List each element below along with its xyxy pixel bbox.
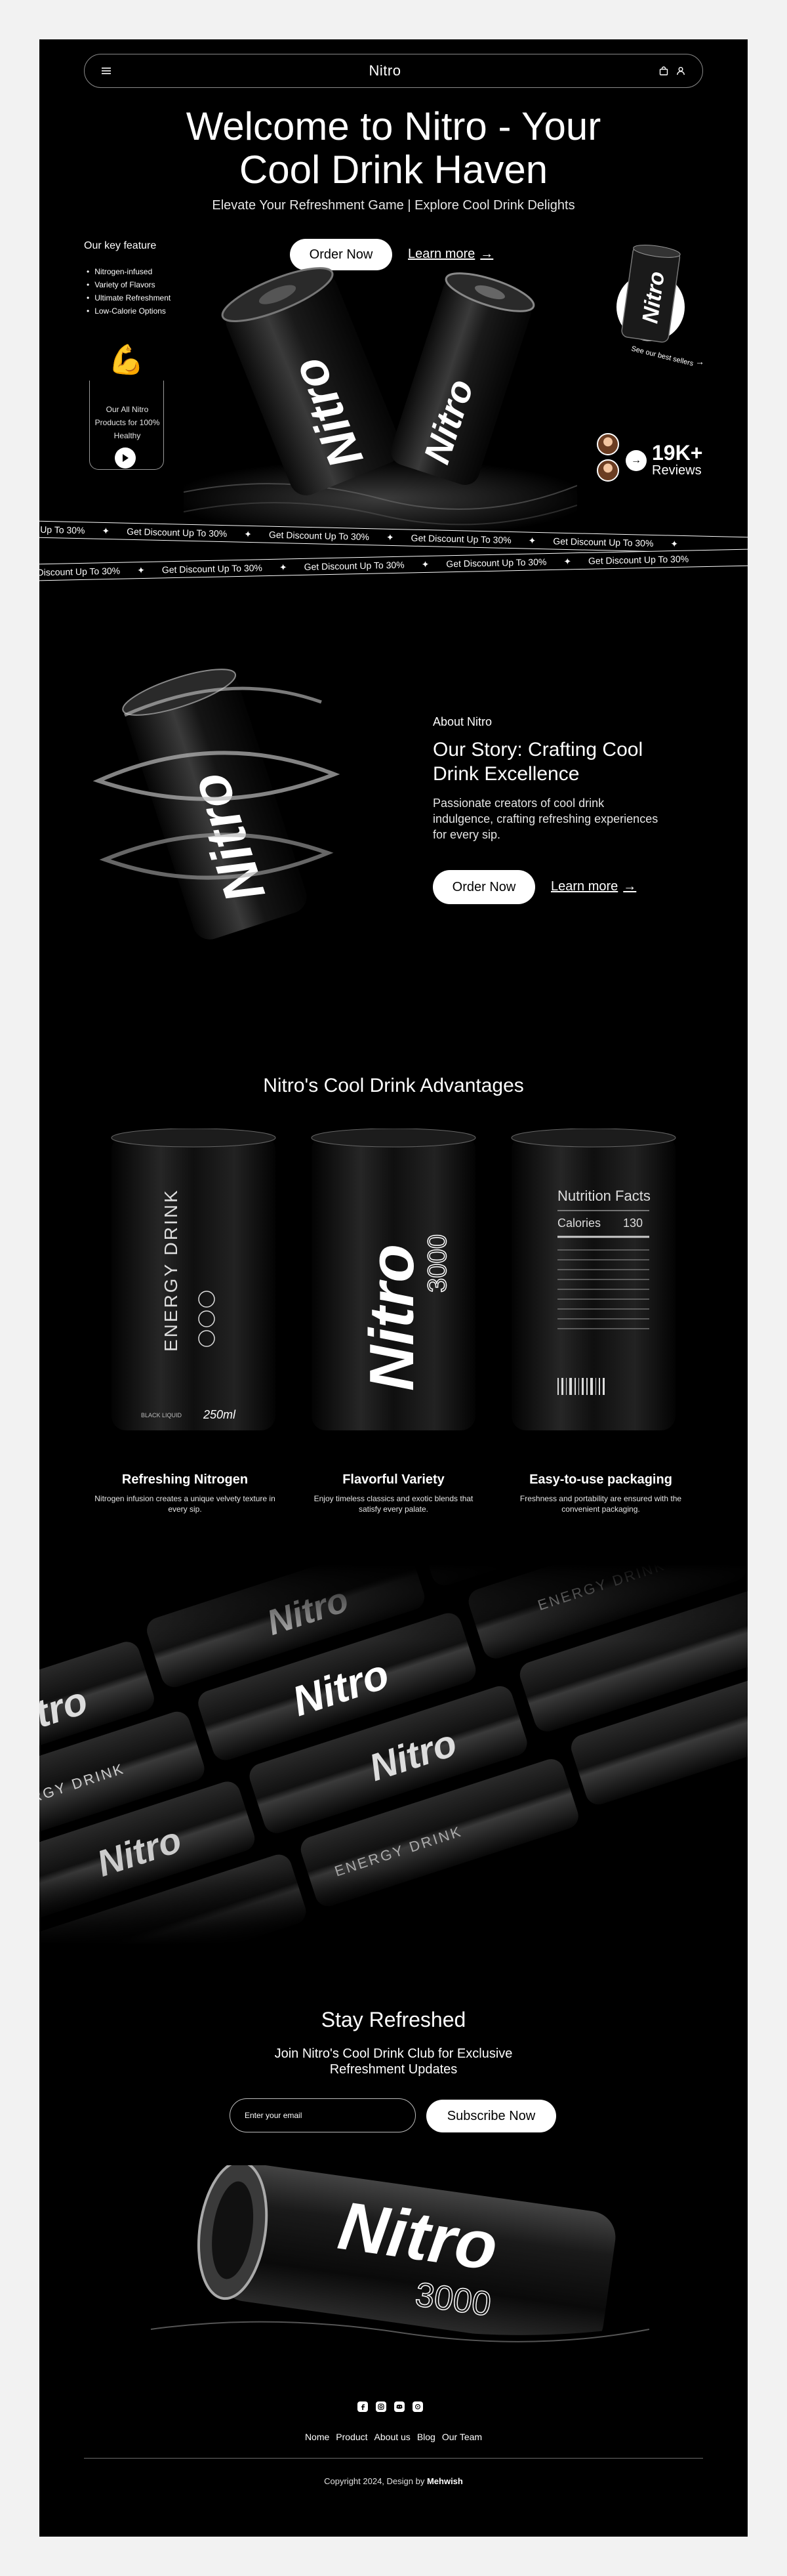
brand-logo[interactable]: Nitro xyxy=(369,62,401,79)
play-button[interactable] xyxy=(115,447,136,468)
about-title: Our Story: Crafting Cool Drink Excellenc… xyxy=(433,739,643,785)
about-can-image: Nitro xyxy=(92,669,340,940)
healthy-text: Our All Nitro Products for 100% Healthy xyxy=(94,405,160,440)
sparkle-icon: ✦ xyxy=(386,531,394,543)
reviews-label: Reviews xyxy=(652,463,702,478)
hero-subtitle: Elevate Your Refreshment Game | Explore … xyxy=(212,198,575,213)
feature-item: Low-Calorie Options xyxy=(87,304,171,318)
feature-item: Nitrogen-infused xyxy=(87,265,171,278)
advantages-cans-image: ENERGY DRINK BLACK LIQUID 250ml Nitro 30… xyxy=(111,1129,676,1430)
ticker-text: Get Discount Up To 30% xyxy=(411,532,512,546)
footer-nav: Nome Product About us Blog Our Team xyxy=(39,2432,748,2442)
ticker-text: Get Discount Up To 30% xyxy=(446,556,547,570)
ticker-text: ount Up To 30% xyxy=(39,524,85,536)
advantage-title: Easy-to-use packaging xyxy=(529,1472,672,1487)
sparkle-icon: ✦ xyxy=(136,564,146,575)
can-model-text: 3000 xyxy=(423,1234,452,1293)
ticker-text: Get Discount Up To 30% xyxy=(588,553,689,566)
can-side-text: ENERGY DRINK xyxy=(161,1188,181,1352)
facebook-icon[interactable] xyxy=(357,2401,368,2412)
advantage-title: Refreshing Nitrogen xyxy=(121,1472,249,1487)
sparkle-icon: ✦ xyxy=(244,528,252,539)
hero-title: Welcome to Nitro - Your Cool Drink Haven xyxy=(39,105,748,192)
ticker-text: Get Discount Up To 30% xyxy=(161,562,263,575)
feature-item: Ultimate Refreshment xyxy=(87,291,171,304)
sparkle-icon: ✦ xyxy=(670,538,679,549)
about-text: Passionate creators of cool drink indulg… xyxy=(433,797,658,841)
ticker-text: Get Discount Up To 30% xyxy=(553,535,654,549)
ticker-text: Get Discount Up To 30% xyxy=(39,565,121,578)
nutrition-calories-value: 130 xyxy=(623,1216,643,1230)
arrow-right-icon: → xyxy=(695,356,704,367)
footer-link-about[interactable]: About us xyxy=(374,2432,411,2442)
play-icon xyxy=(123,454,129,462)
footer-link-team[interactable]: Our Team xyxy=(442,2432,482,2442)
avatar xyxy=(597,459,619,482)
top-nav: Nitro xyxy=(84,54,703,88)
healthy-card: 💪 Our All Nitro Products for 100% Health… xyxy=(89,344,164,470)
reviews-arrow-button[interactable]: → xyxy=(626,450,647,471)
about-order-button[interactable]: Order Now xyxy=(433,870,535,904)
avatar xyxy=(597,433,619,455)
subscribe-button[interactable]: Subscribe Now xyxy=(426,2100,556,2132)
footer-link-product[interactable]: Product xyxy=(336,2432,367,2442)
features-title: Our key feature xyxy=(84,240,157,251)
ticker-text: Get Discount Up To 30% xyxy=(304,559,405,572)
instagram-icon[interactable] xyxy=(376,2401,386,2412)
sparkle-icon: ✦ xyxy=(563,555,572,567)
designer-name[interactable]: Mehwish xyxy=(427,2476,463,2486)
advantages-title: Nitro's Cool Drink Advantages xyxy=(263,1075,524,1096)
advantage-text: Nitrogen infusion creates a unique velve… xyxy=(94,1494,275,1514)
advantage-text: Enjoy timeless classics and exotic blend… xyxy=(313,1494,474,1514)
shopping-bag-icon[interactable] xyxy=(659,66,668,75)
advantage-text: Freshness and portability are ensured wi… xyxy=(519,1494,682,1514)
copyright-text: Copyright 2024, Design by xyxy=(324,2476,425,2486)
feature-item: Variety of Flavors xyxy=(87,278,171,291)
can-brand-small: BLACK LIQUID xyxy=(141,1412,182,1419)
features-list: Nitrogen-infused Variety of Flavors Ulti… xyxy=(87,265,171,318)
best-sellers-badge[interactable]: Nitro See our best sellers → xyxy=(597,236,708,367)
reviews-widget: → 19K+ Reviews xyxy=(597,433,715,499)
hero-title-line: Cool Drink Haven xyxy=(239,148,548,192)
user-icon[interactable] xyxy=(676,66,685,75)
nutrition-title: Nutrition Facts xyxy=(557,1188,651,1204)
footer-link-blog[interactable]: Blog xyxy=(417,2432,435,2442)
sparkle-icon: ✦ xyxy=(279,561,287,573)
flexed-biceps-icon: 💪 xyxy=(108,344,144,376)
learn-more-label: Learn more xyxy=(551,879,618,894)
arrow-right-icon: → xyxy=(623,879,637,894)
cans-pile-image: Nitro Nitro Nitro Nitro Nitro ENERGY DRI… xyxy=(39,1564,748,1945)
discord-icon[interactable] xyxy=(394,2401,405,2412)
discount-ticker-bottom: Get Discount Up To 30% ✦ Get Discount Up … xyxy=(39,549,748,581)
email-input[interactable] xyxy=(230,2098,416,2132)
reviews-count: 19K+ xyxy=(652,441,703,465)
footer-link-home[interactable]: Nome xyxy=(305,2432,329,2442)
about-learn-more-link[interactable]: Learn more → xyxy=(551,879,636,894)
ticker-text: Get Discount Up To 30% xyxy=(127,526,228,539)
advantage-title: Flavorful Variety xyxy=(342,1472,445,1487)
sparkle-icon: ✦ xyxy=(421,558,430,570)
hero-cans-image: Nitro Nitro xyxy=(184,267,577,538)
footer-divider xyxy=(84,2458,703,2459)
hero-title-line: Welcome to Nitro - Your xyxy=(186,104,601,148)
can-volume: 250ml xyxy=(203,1408,236,1421)
about-eyebrow: About Nitro xyxy=(433,715,493,728)
lying-can-image: Nitro 3000 xyxy=(138,2165,662,2362)
menu-icon[interactable] xyxy=(102,67,111,75)
subscribe-text: Join Nitro's Cool Drink Club for Exclusi… xyxy=(274,2046,513,2077)
sparkle-icon: ✦ xyxy=(528,535,536,546)
nutrition-calories-label: Calories xyxy=(557,1216,601,1230)
arrow-right-icon: → xyxy=(631,455,641,466)
social-links xyxy=(357,2401,423,2412)
landing-page: Nitro Welcome to Nitro - Your Cool Drink… xyxy=(39,39,748,2537)
best-sellers-label: See our best sellers xyxy=(630,344,695,367)
ticker-text: Get Discount Up To 30% xyxy=(268,529,370,543)
copyright: Copyright 2024, Design by Mehwish xyxy=(39,2476,748,2486)
sparkle-icon: ✦ xyxy=(102,525,110,536)
link-icon[interactable] xyxy=(413,2401,423,2412)
subscribe-title: Stay Refreshed xyxy=(321,2008,466,2031)
can-brand-text: Nitro xyxy=(357,1244,427,1391)
